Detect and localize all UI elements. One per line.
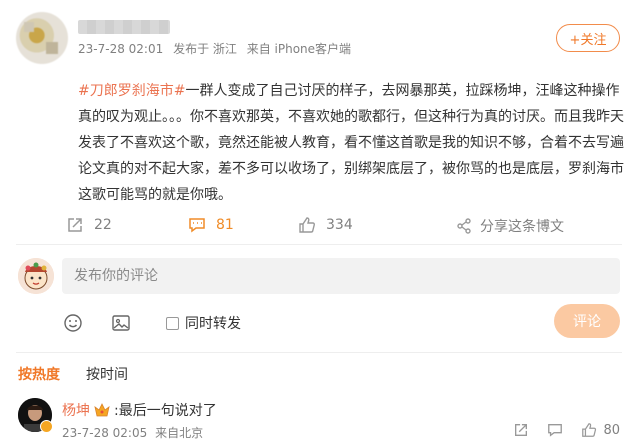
composer-tools: 同时转发 (62, 312, 241, 334)
repost-count: 22 (94, 217, 112, 233)
emoji-button[interactable] (62, 312, 84, 334)
current-user-avatar[interactable] (18, 258, 54, 294)
share-icon (457, 218, 471, 234)
divider (16, 244, 622, 245)
post-action-bar: 22 81 334 分享这条博文 (0, 212, 638, 240)
share-button[interactable]: 分享这条博文 (456, 216, 564, 236)
post-body-text: 一群人变成了自己讨厌的样子，去网暴那英，拉踩杨坤，汪峰这种操作真的叹为观止。。。… (78, 83, 624, 203)
image-icon (112, 315, 130, 331)
comment-actions: 80 (513, 422, 620, 438)
repost-checkbox-group[interactable]: 同时转发 (166, 313, 241, 333)
verified-badge-icon (40, 420, 53, 433)
smiley-icon (64, 314, 82, 332)
repost-button[interactable]: 22 (66, 216, 112, 234)
post-time[interactable]: 23-7-28 02:01 (78, 42, 163, 56)
comment-content: 杨坤 :最后一句说对了 (62, 400, 217, 420)
comment-sort-tabs: 按热度 按时间 (18, 364, 128, 384)
tab-sort-time[interactable]: 按时间 (86, 364, 128, 384)
share-label: 分享这条博文 (480, 219, 564, 235)
comment-count: 81 (216, 217, 234, 233)
comment-time: 23-7-28 02:05 (62, 426, 148, 440)
commenter-name[interactable]: 杨坤 (62, 400, 90, 420)
comment-like-count: 80 (603, 422, 620, 438)
comment-reply-icon[interactable] (547, 422, 563, 438)
author-name-redacted[interactable] (78, 20, 170, 34)
hashtag-link[interactable]: #刀郎罗刹海市# (78, 83, 185, 99)
submit-comment-button[interactable]: 评论 (554, 304, 620, 338)
comment-like-button[interactable]: 80 (581, 422, 620, 438)
post-source: 来自 iPhone客户端 (246, 42, 352, 56)
comment-repost-icon[interactable] (513, 422, 529, 438)
like-button[interactable]: 334 (298, 216, 353, 234)
post-location: 发布于 浙江 (173, 42, 237, 56)
thumbs-up-icon (582, 423, 597, 437)
comment-input[interactable]: 发布你的评论 (62, 258, 620, 294)
cartoon-avatar-icon (18, 258, 54, 294)
post-body: #刀郎罗刹海市#一群人变成了自己讨厌的样子，去网暴那英，拉踩杨坤，汪峰这种操作真… (78, 78, 628, 208)
follow-button[interactable]: +关注 (556, 24, 620, 52)
comment-location: 来自北京 (155, 426, 204, 440)
tab-sort-hot[interactable]: 按热度 (18, 364, 60, 384)
image-button[interactable] (110, 312, 132, 334)
comment-text: :最后一句说对了 (114, 403, 217, 419)
comment-meta: 23-7-28 02:05 来自北京 (62, 424, 203, 441)
thumbs-up-icon (299, 217, 315, 233)
repost-icon (68, 218, 82, 232)
divider (16, 352, 622, 353)
like-count: 334 (326, 217, 353, 233)
post-meta: 23-7-28 02:01 发布于 浙江 来自 iPhone客户端 (78, 40, 357, 57)
author-avatar[interactable] (16, 12, 68, 64)
repost-checkbox-label: 同时转发 (185, 316, 241, 332)
comment-button[interactable]: 81 (188, 216, 234, 234)
repost-checkbox[interactable] (166, 316, 179, 330)
crown-icon (94, 403, 110, 417)
comment-icon (189, 218, 205, 233)
